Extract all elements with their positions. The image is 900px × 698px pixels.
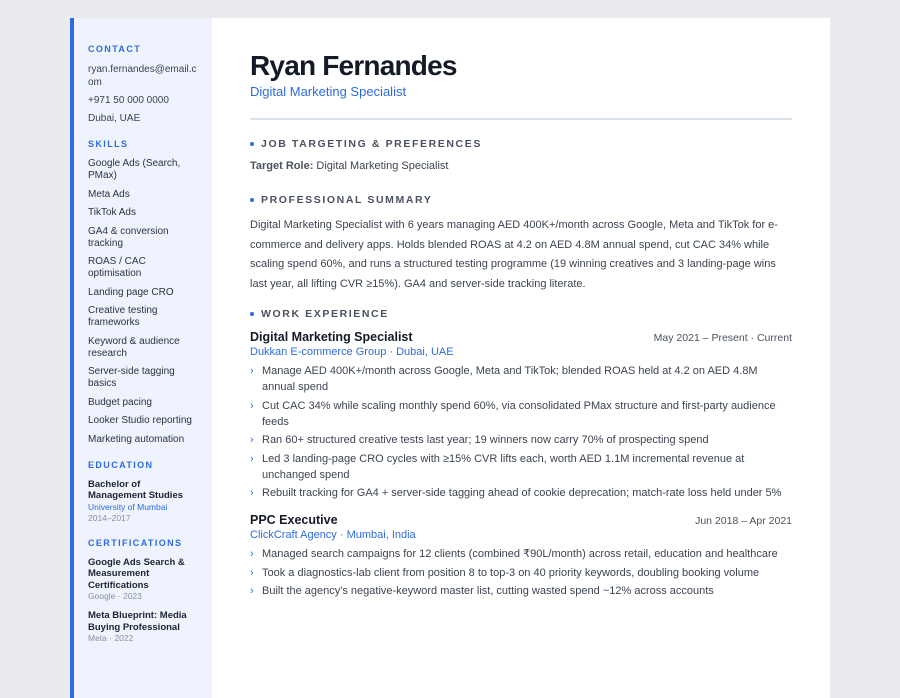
education-years: 2014–2017 <box>88 512 131 523</box>
contact-section: CONTACT ryan.fernandes@email.com +971 50… <box>88 44 200 125</box>
job-bullets: › Manage AED 400K+/month across Google, M… <box>250 363 792 501</box>
job-bullet: › Ran 60+ structured creative tests last … <box>250 432 792 448</box>
job-dates: Jun 2018 – Apr 2021 <box>695 515 792 527</box>
job-bullet: › Took a diagnostics-lab client from posi… <box>250 565 792 581</box>
resume-page: CONTACT ryan.fernandes@email.com +971 50… <box>70 18 830 698</box>
job-bullets: › Managed search campaigns for 12 clients… <box>250 546 792 599</box>
certifications-heading: CERTIFICATIONS <box>88 537 183 548</box>
summary-heading: PROFESSIONAL SUMMARY <box>250 194 792 206</box>
job-title: Digital Marketing Specialist <box>250 330 413 344</box>
skill-item: TikTok Ads <box>88 207 136 218</box>
chevron-right-icon: › <box>250 566 254 579</box>
job-dates: May 2021 – Present · Current <box>653 332 792 344</box>
job-header: PPC Executive Jun 2018 – Apr 2021 <box>250 513 792 527</box>
header-divider <box>250 118 792 120</box>
certification-meta: Google · 2023 <box>88 591 142 601</box>
job-bullet: › Rebuilt tracking for GA4 + server-side … <box>250 485 792 501</box>
skill-item: Looker Studio reporting <box>88 415 192 426</box>
education-section: EDUCATION Bachelor of Management Studies… <box>88 460 200 524</box>
certification-name: Google Ads Search & Measurement Certific… <box>88 556 185 591</box>
target-role-label: Target Role: <box>250 160 314 172</box>
chevron-right-icon: › <box>250 452 254 465</box>
school-text: University of Mumbai <box>88 501 168 512</box>
job-bullet: › Led 3 landing-page CRO cycles with ≥15%… <box>250 451 792 483</box>
job-entry: PPC Executive Jun 2018 – Apr 2021 ClickC… <box>250 513 792 599</box>
skill-item: Google Ads (Search, PMax) <box>88 158 181 181</box>
degree-text: Bachelor of Management Studies <box>88 478 184 502</box>
skills-section: SKILLS Google Ads (Search, PMax) Meta Ad… <box>88 139 200 446</box>
main-content: Ryan Fernandes Digital Marketing Special… <box>212 18 830 698</box>
chevron-right-icon: › <box>250 548 254 560</box>
job-bullet-text: Built the agency's negative-keyword mast… <box>262 585 714 597</box>
job-title: PPC Executive <box>250 513 338 527</box>
chevron-right-icon: › <box>250 585 254 597</box>
summary-heading-text: PROFESSIONAL SUMMARY <box>261 194 433 206</box>
bullet-dot-icon <box>250 312 254 316</box>
certification-meta: Meta · 2022 <box>88 633 134 643</box>
candidate-name: Ryan Fernandes <box>250 50 457 81</box>
job-bullet-text: Managed search campaigns for 12 clients … <box>262 548 778 560</box>
job-entry: Digital Marketing Specialist May 2021 – … <box>250 330 792 501</box>
skill-item: Budget pacing <box>88 396 152 408</box>
location-text: Dubai, UAE <box>88 113 141 124</box>
skill-item: Keyword & audience research <box>88 335 180 359</box>
experience-heading-text: WORK EXPERIENCE <box>261 308 389 320</box>
job-bullet: › Built the agency's negative-keyword mas… <box>250 583 792 599</box>
skill-item: ROAS / CAC optimisation <box>88 256 146 279</box>
candidate-title: Digital Marketing Specialist <box>250 84 407 99</box>
certifications-section: CERTIFICATIONS Google Ads Search & Measu… <box>88 538 200 645</box>
job-company: ClickCraft Agency · Mumbai, India <box>250 529 416 541</box>
chevron-right-icon: › <box>250 434 254 446</box>
job-bullet: › Manage AED 400K+/month across Google, M… <box>250 363 792 395</box>
targeting-heading: JOB TARGETING & PREFERENCES <box>250 138 792 150</box>
skills-heading: SKILLS <box>88 139 129 149</box>
chevron-right-icon: › <box>250 487 254 499</box>
job-bullet-text: Led 3 landing-page CRO cycles with ≥15% … <box>262 452 745 481</box>
bullet-dot-icon <box>250 198 254 202</box>
skill-item: Landing page CRO <box>88 286 174 298</box>
skill-item: Marketing automation <box>88 433 185 445</box>
certification-name: Meta Blueprint: Media Buying Professiona… <box>88 610 187 633</box>
job-company: Dukkan E-commerce Group · Dubai, UAE <box>250 346 454 358</box>
job-bullet: › Managed search campaigns for 12 clients… <box>250 546 792 562</box>
job-bullet-text: Manage AED 400K+/month across Google, Me… <box>262 365 758 393</box>
chevron-right-icon: › <box>250 365 254 377</box>
target-role: Target Role: Digital Marketing Specialis… <box>250 160 792 172</box>
skill-item: GA4 & conversion tracking <box>88 225 169 249</box>
skill-item: Meta Ads <box>88 188 130 200</box>
contact-heading: CONTACT <box>88 44 142 54</box>
email-text: ryan.fernandes@email.com <box>88 64 197 88</box>
chevron-right-icon: › <box>250 399 254 412</box>
targeting-heading-text: JOB TARGETING & PREFERENCES <box>261 138 482 150</box>
job-header: Digital Marketing Specialist May 2021 – … <box>250 330 792 344</box>
education-heading: EDUCATION <box>88 459 154 470</box>
phone-text: +971 50 000 0000 <box>88 95 169 106</box>
bullet-dot-icon <box>250 142 254 146</box>
skill-item: Server-side tagging basics <box>88 366 175 389</box>
job-bullet-text: Ran 60+ structured creative tests last y… <box>262 434 709 446</box>
sidebar: CONTACT ryan.fernandes@email.com +971 50… <box>70 18 212 698</box>
job-bullet-text: Rebuilt tracking for GA4 + server-side t… <box>262 487 782 499</box>
job-bullet-text: Took a diagnostics-lab client from posit… <box>262 566 760 579</box>
job-bullet-text: Cut CAC 34% while scaling monthly spend … <box>262 399 776 428</box>
job-bullet: › Cut CAC 34% while scaling monthly spend… <box>250 398 792 430</box>
target-role-value: Digital Marketing Specialist <box>316 160 449 172</box>
experience-heading: WORK EXPERIENCE <box>250 308 792 320</box>
skill-item: Creative testing frameworks <box>88 305 158 328</box>
summary-text: Digital Marketing Specialist with 6 year… <box>250 219 778 290</box>
certification-item: Google Ads Search & Measurement Certific… <box>88 557 200 603</box>
certification-item: Meta Blueprint: Media Buying Professiona… <box>88 610 200 644</box>
